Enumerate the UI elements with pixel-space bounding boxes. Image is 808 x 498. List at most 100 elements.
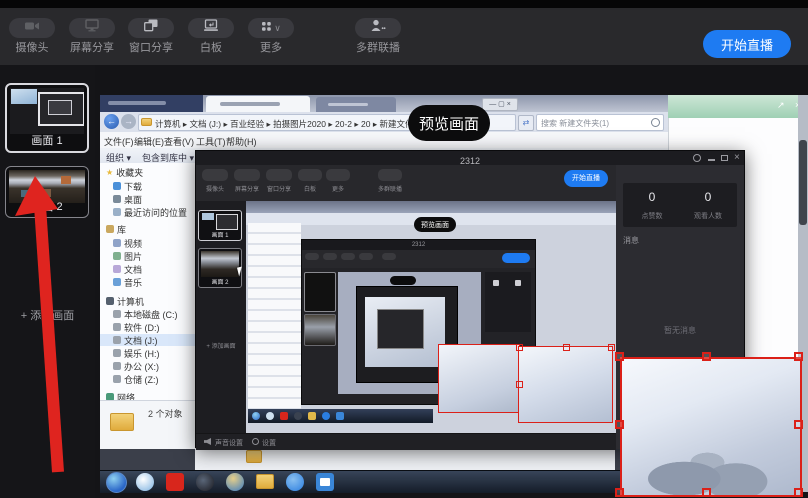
taskbar-app-icon	[226, 473, 244, 491]
sound-settings-label: 声音设置	[215, 438, 243, 448]
level2-thumbnail	[438, 344, 520, 413]
tree-item: 视频	[100, 237, 207, 249]
scene-2-label: 画面 2	[6, 198, 88, 214]
selected-source-image[interactable]	[620, 357, 802, 497]
whiteboard-icon	[203, 19, 219, 37]
messages-title: 消息	[623, 235, 639, 246]
cursor-icon	[237, 267, 244, 277]
taskbar-explorer-icon	[256, 474, 274, 489]
search-icon	[651, 118, 660, 127]
multi-group-label: 多群联播	[356, 43, 400, 54]
tree-item: 下载	[100, 180, 207, 192]
menu-tools: 工具(T)	[196, 135, 226, 148]
add-scene-button[interactable]: + 添加画面	[0, 307, 95, 323]
level2-taskbar	[248, 409, 433, 423]
scene-card-1[interactable]: 画面 1	[5, 83, 89, 153]
nested-title-bar: 2312 ×	[196, 151, 744, 165]
captured-inactive-tab	[316, 97, 396, 112]
scene-1-label: 画面 1	[7, 132, 87, 148]
more-grid-icon	[261, 19, 272, 37]
crop-handle-top-center[interactable]	[702, 352, 711, 361]
window-share-button[interactable]: 窗口分享	[123, 18, 179, 62]
crop-handle-bottom-center[interactable]	[702, 488, 711, 497]
star-icon: ★	[106, 168, 113, 177]
tree-item: 最近访问的位置	[100, 206, 207, 218]
camera-button[interactable]: 摄像头	[4, 18, 60, 62]
forward-icon: →	[121, 114, 136, 129]
crop-handle-top-right[interactable]	[794, 352, 803, 361]
popout-icon: ↗	[777, 101, 785, 110]
tree-item-selected: 文档 (J:)	[100, 334, 207, 346]
whiteboard-label: 白板	[200, 43, 222, 54]
start-live-button[interactable]: 开始直播	[703, 30, 791, 58]
recent-icon	[113, 208, 121, 216]
whiteboard-button[interactable]: 白板	[183, 18, 239, 62]
captured-taskbar	[100, 470, 640, 493]
speaker-icon	[204, 438, 211, 445]
nested-preview: 预览画面 2312	[246, 201, 616, 433]
refresh-icon: ⇄	[518, 115, 534, 131]
tree-item: 文档	[100, 263, 207, 275]
nested-toolbar: 摄像头 屏幕分享 窗口分享 白板 更多 多群联播 开始直播	[196, 165, 616, 201]
downloads-icon	[113, 182, 121, 190]
level2-selected-image	[518, 346, 613, 423]
menu-help: 帮助(H)	[226, 135, 257, 148]
scrollbar-thumb	[799, 140, 807, 225]
camera-label: 摄像头	[16, 43, 49, 54]
crop-handle-mid-left[interactable]	[615, 420, 624, 429]
crop-handle-bottom-right[interactable]	[794, 488, 803, 497]
likes-value: 0	[637, 190, 667, 204]
drive-icon	[113, 375, 121, 383]
drive-icon	[113, 310, 121, 318]
captured-background-window-title	[100, 95, 203, 112]
crop-handle-mid-right[interactable]	[794, 420, 803, 429]
screen-share-button[interactable]: 屏幕分享	[64, 18, 120, 62]
folder-icon	[141, 118, 152, 126]
chevron-down-icon: ∨	[274, 24, 281, 33]
crop-handle-top-left[interactable]	[615, 352, 624, 361]
captured-address-bar: ← → 计算机 ▸ 文档 (J:) ▸ 百业经验 ▸ 拍摄图片2020 ▸ 20…	[100, 112, 668, 132]
menu-file: 文件(F)	[104, 135, 134, 148]
more-button[interactable]: ∨ 更多	[243, 18, 299, 62]
computer-icon	[106, 297, 114, 305]
settings-label: 设置	[262, 438, 276, 448]
tree-item: 软件 (D:)	[100, 321, 207, 333]
videos-icon	[113, 239, 121, 247]
libraries-icon	[106, 225, 114, 233]
tree-item: 办公 (X:)	[100, 360, 207, 372]
menu-view: 查看(V)	[164, 135, 194, 148]
scene-1-thumbnail	[10, 88, 84, 134]
multi-group-icon	[370, 19, 386, 37]
music-icon	[113, 278, 121, 286]
captured-green-window-header: ↗ ×	[668, 95, 808, 118]
maximize-icon	[721, 155, 728, 161]
taskbar-app-icon	[166, 473, 184, 491]
folder-icon	[246, 450, 262, 463]
drive-icon	[113, 362, 121, 370]
gear-icon	[693, 154, 701, 162]
likes-label: 点赞数	[631, 211, 673, 221]
scene-card-2[interactable]: 画面 2	[5, 166, 89, 218]
multi-group-button[interactable]: 多群联播	[350, 18, 406, 62]
minimize-icon	[708, 159, 715, 161]
tree-item: 计算机	[100, 295, 200, 307]
tree-item: 桌面	[100, 193, 207, 205]
viewers-label: 观看人数	[687, 211, 729, 221]
captured-file-area	[195, 448, 615, 470]
pictures-icon	[113, 252, 121, 260]
tree-item: 库	[100, 223, 200, 235]
taskbar-app-icon	[286, 473, 304, 491]
captured-status-bar: 2 个对象	[100, 400, 195, 449]
nested-start-live-button: 开始直播	[564, 170, 608, 187]
nested-preview-pill: 预览画面	[414, 217, 456, 232]
nested-scene-sidebar: 画面 1 画面 2 + 添加画面	[196, 201, 246, 435]
drive-icon	[113, 349, 121, 357]
more-label: 更多	[260, 43, 282, 54]
captured-menu-bar: 文件(F) 编辑(E) 查看(V) 工具(T) 帮助(H)	[100, 132, 668, 149]
crop-handle-bottom-left[interactable]	[615, 488, 624, 497]
taskbar-app-icon	[136, 473, 154, 491]
viewers-value: 0	[693, 190, 723, 204]
back-icon: ←	[104, 114, 119, 129]
window-share-icon	[143, 19, 159, 37]
documents-icon	[113, 265, 121, 273]
